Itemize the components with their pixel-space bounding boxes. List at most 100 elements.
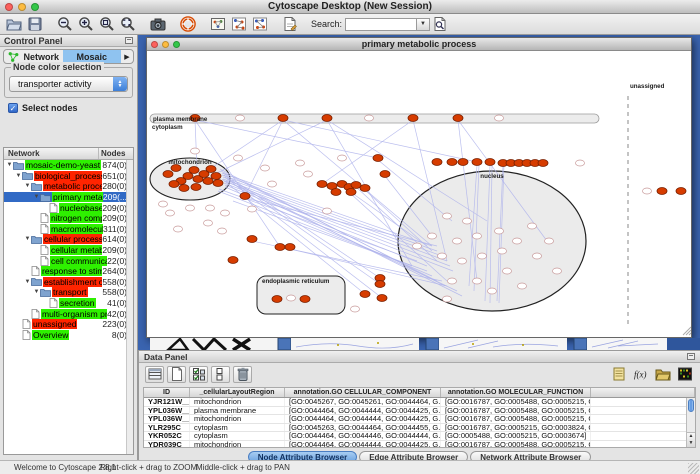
- table-cell: [GO:0044464, GO:0044444, GO:0044425, G..…: [285, 415, 441, 423]
- tree-row-metabolic-process[interactable]: ▼metabolic process280(0): [4, 181, 133, 192]
- tree-scrollbar[interactable]: [126, 160, 133, 454]
- zoom-fit-icon: [120, 16, 136, 32]
- table-row[interactable]: YDR039C__1mitochondrion[GO:0044464, GO:0…: [144, 441, 695, 449]
- tree-row-transport[interactable]: ▼transport558(0): [4, 287, 133, 298]
- table-cell: cytoplasm: [190, 424, 285, 432]
- tree-row-cellular-metabo[interactable]: cellular metabo209(0): [4, 245, 133, 256]
- tree-row-establishment-of-lo[interactable]: ▼establishment of lo558(0): [4, 277, 133, 288]
- folder-icon: [13, 161, 24, 170]
- annotation-button[interactable]: [280, 15, 300, 33]
- open-file-button[interactable]: [4, 15, 24, 33]
- select-nodes-checkbox-row: ✓ Select nodes: [8, 103, 131, 113]
- formula-builder-button[interactable]: f(x): [631, 366, 650, 383]
- layout-blue-button[interactable]: [250, 15, 270, 33]
- table-cell: [GO:0016787, GO:0005215, GO:0003824, G..…: [441, 424, 591, 432]
- notepad-button[interactable]: [609, 366, 628, 383]
- tree-row-nitrogen-compo[interactable]: nitrogen compo209(0): [4, 213, 133, 224]
- attribute-table-button[interactable]: [145, 366, 164, 383]
- network-view-zoom-button[interactable]: [173, 41, 180, 48]
- zoom-fit-button[interactable]: [118, 15, 138, 33]
- tree-column-nodes[interactable]: Nodes: [99, 148, 133, 159]
- table-scrollbar-thumb[interactable]: [688, 399, 694, 412]
- search-dropdown-button[interactable]: ▼: [417, 18, 430, 31]
- select-nodes-checkbox[interactable]: ✓: [8, 103, 18, 113]
- network-view-minimize-button[interactable]: [162, 41, 169, 48]
- help-button[interactable]: [178, 15, 198, 33]
- heatmap-button[interactable]: [675, 366, 694, 383]
- svg-text:endoplasmic reticulum: endoplasmic reticulum: [262, 278, 330, 285]
- tree-column-network[interactable]: Network: [4, 148, 99, 159]
- snapshot-button[interactable]: [148, 15, 168, 33]
- expand-toggle-icon[interactable]: ▼: [6, 162, 13, 168]
- expand-toggle-icon[interactable]: ▼: [24, 236, 31, 242]
- network-tree: ▼mosaic-demo-yeast874(0)▼biological_proc…: [4, 160, 133, 340]
- table-cell: [GO:0016787, GO:0005488, GO:0005215, G..…: [441, 415, 591, 423]
- tree-row-response-to-stimulu[interactable]: response to stimulu264(0): [4, 266, 133, 277]
- table-row[interactable]: YJR121W__1mitochondrion[GO:0045267, GO:0…: [144, 398, 695, 407]
- import-attributes-button[interactable]: [653, 366, 672, 383]
- table-scrollbar[interactable]: ▲▼: [686, 398, 695, 447]
- network-overview-button[interactable]: [208, 15, 228, 33]
- network-view-titlebar[interactable]: primary metabolic process: [147, 38, 691, 51]
- app-titlebar[interactable]: Cytoscape Desktop (New Session): [0, 0, 700, 14]
- select-attributes-button[interactable]: [189, 366, 208, 383]
- data-panel-float-icon[interactable]: [687, 353, 695, 360]
- new-attribute-icon: [169, 366, 185, 382]
- expand-toggle-icon[interactable]: ▼: [33, 194, 40, 200]
- unselect-attributes-button[interactable]: [211, 366, 230, 383]
- expand-toggle-icon[interactable]: ▼: [24, 279, 31, 285]
- network-name: mosaic-demo-yeast: [25, 160, 101, 170]
- resize-grip[interactable]: [688, 463, 699, 474]
- table-row[interactable]: YPL036W__2plasma membrane[GO:0044464, GO…: [144, 407, 695, 416]
- zoom-in-button[interactable]: [76, 15, 96, 33]
- node-color-selection-group: Node color selection transporter activit…: [4, 67, 133, 98]
- network-name: macromolecule: [50, 224, 103, 234]
- network-leaf-icon: [40, 224, 49, 234]
- zoom-in-icon: [78, 16, 94, 32]
- table-scrollbar-arrows[interactable]: ▲▼: [687, 432, 695, 447]
- column-header-2[interactable]: _cellularLayoutRegion: [190, 388, 285, 397]
- tree-row-unassigned[interactable]: unassigned223(0): [4, 319, 133, 330]
- new-attribute-button[interactable]: [167, 366, 186, 383]
- layout-red-button[interactable]: [229, 15, 249, 33]
- delete-attribute-button[interactable]: [233, 366, 252, 383]
- tree-row-overview[interactable]: Overview8(0): [4, 330, 133, 341]
- advanced-search-button[interactable]: [430, 15, 450, 33]
- table-row[interactable]: YLR295Ccytoplasm[GO:0045263, GO:0044464,…: [144, 424, 695, 433]
- network-view-window[interactable]: primary metabolic process plasma membran…: [146, 37, 692, 338]
- tree-row-primary-metabo[interactable]: ▼primary metabo209(...: [4, 192, 133, 203]
- search-label: Search:: [311, 19, 342, 29]
- network-canvas[interactable]: plasma membranecytoplasmmitochondrionnuc…: [147, 51, 691, 337]
- zoom-selected-button[interactable]: [97, 15, 117, 33]
- save-button[interactable]: [25, 15, 45, 33]
- table-cell: YLR295C: [144, 424, 190, 432]
- column-header-3[interactable]: annotation.GO CELLULAR_COMPONENT: [285, 388, 441, 397]
- tree-row-cell-communicat[interactable]: cell communicat22(0): [4, 255, 133, 266]
- more-tabs-button[interactable]: ▶: [121, 53, 133, 61]
- node-color-select[interactable]: transporter activity ▲▼: [9, 76, 128, 92]
- table-row[interactable]: YPL036W__1mitochondrion[GO:0044464, GO:0…: [144, 415, 695, 424]
- network-tree-header: Network Nodes: [4, 148, 133, 160]
- svg-text:f(x): f(x): [634, 370, 647, 380]
- expand-toggle-icon[interactable]: ▼: [33, 289, 40, 295]
- tree-row-biological-process[interactable]: ▼biological_process651(0): [4, 171, 133, 182]
- tree-row-secretion[interactable]: secretion41(0): [4, 298, 133, 309]
- search-input[interactable]: [345, 18, 417, 31]
- table-cell: [GO:0016787, GO:0005488, GO:0005215, G..…: [441, 407, 591, 415]
- expand-toggle-icon[interactable]: ▼: [24, 183, 31, 189]
- float-panel-icon[interactable]: [125, 37, 133, 44]
- tree-row-nucleobase-[interactable]: nucleobase-209(0): [4, 202, 133, 213]
- tree-row-cellular-process[interactable]: ▼cellular process614(0): [4, 234, 133, 245]
- folder-icon: [22, 171, 33, 180]
- table-row[interactable]: YKR052Ccytoplasm[GO:0044464, GO:0044446,…: [144, 432, 695, 441]
- tree-row-multi-organism-pro[interactable]: multi-organism pro42(0): [4, 308, 133, 319]
- zoom-out-button[interactable]: [55, 15, 75, 33]
- expand-toggle-icon[interactable]: ▼: [15, 173, 22, 179]
- column-header-1[interactable]: ID: [144, 388, 190, 397]
- tree-row-macromolecule[interactable]: macromolecule311(0): [4, 224, 133, 235]
- network-view-close-button[interactable]: [151, 41, 158, 48]
- column-header-4[interactable]: annotation.GO MOLECULAR_FUNCTION: [441, 388, 591, 397]
- table-cell: [GO:0045263, GO:0044464, GO:0044455, G..…: [285, 424, 441, 432]
- tree-row-mosaic-demo-yeast[interactable]: ▼mosaic-demo-yeast874(0): [4, 160, 133, 171]
- network-leaf-icon: [22, 330, 31, 340]
